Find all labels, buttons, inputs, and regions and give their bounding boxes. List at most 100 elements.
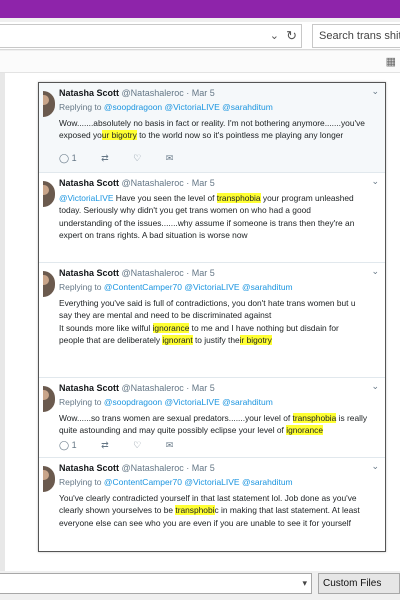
highlighted-text: transphobi bbox=[175, 505, 215, 516]
text-span: your program unleashed bbox=[260, 193, 354, 203]
replying-label: Replying to bbox=[59, 477, 102, 487]
address-row: ⌄ ↻ Search trans shite bbox=[0, 22, 400, 50]
search-input[interactable]: Search trans shite bbox=[312, 24, 400, 48]
tweet-text: Wow.......absolutely no basis in fact or… bbox=[59, 117, 381, 142]
tweet-line: understanding of the issues.......why as… bbox=[59, 217, 381, 229]
text-span: is really bbox=[336, 413, 368, 423]
author-name[interactable]: Natasha Scott bbox=[59, 178, 119, 188]
tweet-line: Wow.......absolutely no basis in fact or… bbox=[59, 117, 381, 129]
envelope-icon[interactable]: ✉ bbox=[166, 440, 174, 451]
chevron-down-icon[interactable]: ⌄ bbox=[371, 86, 379, 97]
address-bar[interactable]: ⌄ ↻ bbox=[0, 24, 302, 48]
text-span: exposed yo bbox=[59, 130, 102, 141]
replying-handles[interactable]: @ContentCamper70 @VictoriaLIVE @sarahdit… bbox=[104, 477, 293, 487]
text-span: today. Seriously why didn't you get tran… bbox=[59, 205, 311, 216]
author-handle[interactable]: @Natashaleroc · Mar 5 bbox=[122, 178, 215, 188]
tweet-list: Natasha Scott @Natashaleroc · Mar 5 ⌄ Re… bbox=[38, 82, 386, 552]
chevron-down-icon[interactable]: ⌄ bbox=[371, 461, 379, 472]
text-span: It sounds more like wilful bbox=[59, 322, 153, 333]
author-handle[interactable]: @Natashaleroc · Mar 5 bbox=[122, 88, 215, 98]
file-dialog-bar: ▾ Custom Files bbox=[0, 571, 400, 600]
reply-icon[interactable]: ◯ 1 bbox=[59, 440, 77, 451]
avatar[interactable] bbox=[43, 91, 55, 117]
text-span: understanding of the issues.......why as… bbox=[59, 217, 355, 228]
tweet-header: Natasha Scott @Natashaleroc · Mar 5 bbox=[59, 178, 215, 188]
tweet-line: You've clearly contradicted yourself in … bbox=[59, 492, 381, 504]
avatar[interactable] bbox=[43, 271, 55, 297]
text-span: to me and I have nothing but disdain for bbox=[189, 322, 339, 333]
tweet-actions: ◯ 1 ⇄ ♡ ✉ bbox=[59, 440, 195, 451]
retweet-icon[interactable]: ⇄ bbox=[101, 440, 109, 451]
author-name[interactable]: Natasha Scott bbox=[59, 463, 119, 473]
file-type-select[interactable]: Custom Files bbox=[318, 573, 400, 594]
highlighted-text: ur bigotry bbox=[101, 130, 137, 141]
replying-label: Replying to bbox=[59, 397, 102, 407]
text-span: say they are mental and need to be discr… bbox=[59, 310, 272, 321]
highlighted-text: ignorant bbox=[162, 334, 193, 345]
tweet[interactable]: Natasha Scott @Natashaleroc · Mar 5 ⌄ Re… bbox=[39, 83, 385, 173]
author-handle[interactable]: @Natashaleroc · Mar 5 bbox=[122, 268, 215, 278]
replying-label: Replying to bbox=[59, 102, 102, 112]
author-name[interactable]: Natasha Scott bbox=[59, 88, 119, 98]
tweet-line: Wow......so trans women are sexual preda… bbox=[59, 412, 381, 424]
author-handle[interactable]: @Natashaleroc · Mar 5 bbox=[122, 383, 215, 393]
filename-combo[interactable]: ▾ bbox=[0, 573, 312, 594]
toolbar: ▦ bbox=[0, 51, 400, 73]
tweet-line: everyone else can see who you are even i… bbox=[59, 517, 381, 529]
avatar[interactable] bbox=[43, 181, 55, 207]
reply-count: 1 bbox=[71, 440, 77, 450]
text-span: clearly shown yourselves to be bbox=[59, 505, 176, 516]
replying-to: Replying to @ContentCamper70 @VictoriaLI… bbox=[59, 477, 293, 487]
text-span: Everything you've said is full of contra… bbox=[59, 298, 356, 308]
text-span: Wow.......absolutely no basis in fact or… bbox=[59, 118, 365, 128]
tweet-text: You've clearly contradicted yourself in … bbox=[59, 492, 381, 529]
author-name[interactable]: Natasha Scott bbox=[59, 268, 119, 278]
tweet-text: Everything you've said is full of contra… bbox=[59, 297, 381, 346]
tweet-line: clearly shown yourselves to be transphob… bbox=[59, 504, 381, 516]
tweet[interactable]: Natasha Scott @Natashaleroc · Mar 5 ⌄ Re… bbox=[39, 458, 385, 551]
refresh-icon[interactable]: ↻ bbox=[286, 28, 297, 44]
replying-handles[interactable]: @soopdragoon @VictoriaLIVE @sarahditum bbox=[104, 102, 273, 112]
avatar[interactable] bbox=[43, 466, 55, 492]
tweet-line: exposed your bigotry to the world now so… bbox=[59, 129, 381, 141]
highlighted-text: ignorance bbox=[152, 322, 190, 333]
chevron-down-icon[interactable]: ⌄ bbox=[371, 266, 379, 277]
text-span: Wow......so trans women are sexual preda… bbox=[59, 413, 293, 423]
highlighted-text: transphobia bbox=[216, 193, 261, 203]
text-span: people that are deliberately bbox=[59, 334, 163, 345]
author-handle[interactable]: @Natashaleroc · Mar 5 bbox=[122, 463, 215, 473]
like-icon[interactable]: ♡ bbox=[133, 440, 141, 451]
reply-icon[interactable]: ◯ 1 bbox=[59, 153, 77, 164]
envelope-icon[interactable]: ✉ bbox=[166, 153, 174, 164]
chevron-down-icon[interactable]: ⌄ bbox=[371, 381, 379, 392]
tweet-text: @VictoriaLIVE Have you seen the level of… bbox=[59, 192, 381, 241]
avatar[interactable] bbox=[43, 386, 55, 412]
highlighted-text: transphobia bbox=[292, 413, 337, 423]
chevron-down-icon[interactable]: ▾ bbox=[302, 578, 307, 589]
tweet-header: Natasha Scott @Natashaleroc · Mar 5 bbox=[59, 88, 215, 98]
replying-handles[interactable]: @soopdragoon @VictoriaLIVE @sarahditum bbox=[104, 397, 273, 407]
left-edge bbox=[0, 73, 5, 571]
tweet[interactable]: Natasha Scott @Natashaleroc · Mar 5 ⌄ Re… bbox=[39, 263, 385, 378]
retweet-icon[interactable]: ⇄ bbox=[101, 153, 109, 164]
text-span: everyone else can see who you are even i… bbox=[59, 517, 351, 528]
chevron-down-icon[interactable]: ⌄ bbox=[371, 176, 379, 187]
tweet[interactable]: Natasha Scott @Natashaleroc · Mar 5 ⌄ @V… bbox=[39, 173, 385, 263]
text-span: to justify the bbox=[192, 334, 240, 345]
highlighted-text: ignorance bbox=[286, 425, 323, 436]
replying-to: Replying to @soopdragoon @VictoriaLIVE @… bbox=[59, 397, 273, 407]
replying-label: Replying to bbox=[59, 282, 102, 292]
mention-link[interactable]: @VictoriaLIVE bbox=[59, 193, 113, 203]
tweet-line: quite astounding and may quite possibly … bbox=[59, 424, 381, 436]
reply-count: 1 bbox=[71, 153, 77, 163]
tweet[interactable]: Natasha Scott @Natashaleroc · Mar 5 ⌄ Re… bbox=[39, 378, 385, 458]
like-icon[interactable]: ♡ bbox=[133, 153, 141, 164]
tweet-line: @VictoriaLIVE Have you seen the level of… bbox=[59, 192, 381, 204]
chevron-down-icon[interactable]: ⌄ bbox=[270, 29, 279, 42]
tweet-line: It sounds more like wilful ignorance to … bbox=[59, 322, 381, 334]
text-span: c in making that last statement. At leas… bbox=[214, 505, 360, 516]
grid-icon[interactable]: ▦ bbox=[386, 55, 396, 68]
author-name[interactable]: Natasha Scott bbox=[59, 383, 119, 393]
text-span: Have you seen the level of bbox=[113, 193, 217, 203]
replying-handles[interactable]: @ContentCamper70 @VictoriaLIVE @sarahdit… bbox=[104, 282, 293, 292]
